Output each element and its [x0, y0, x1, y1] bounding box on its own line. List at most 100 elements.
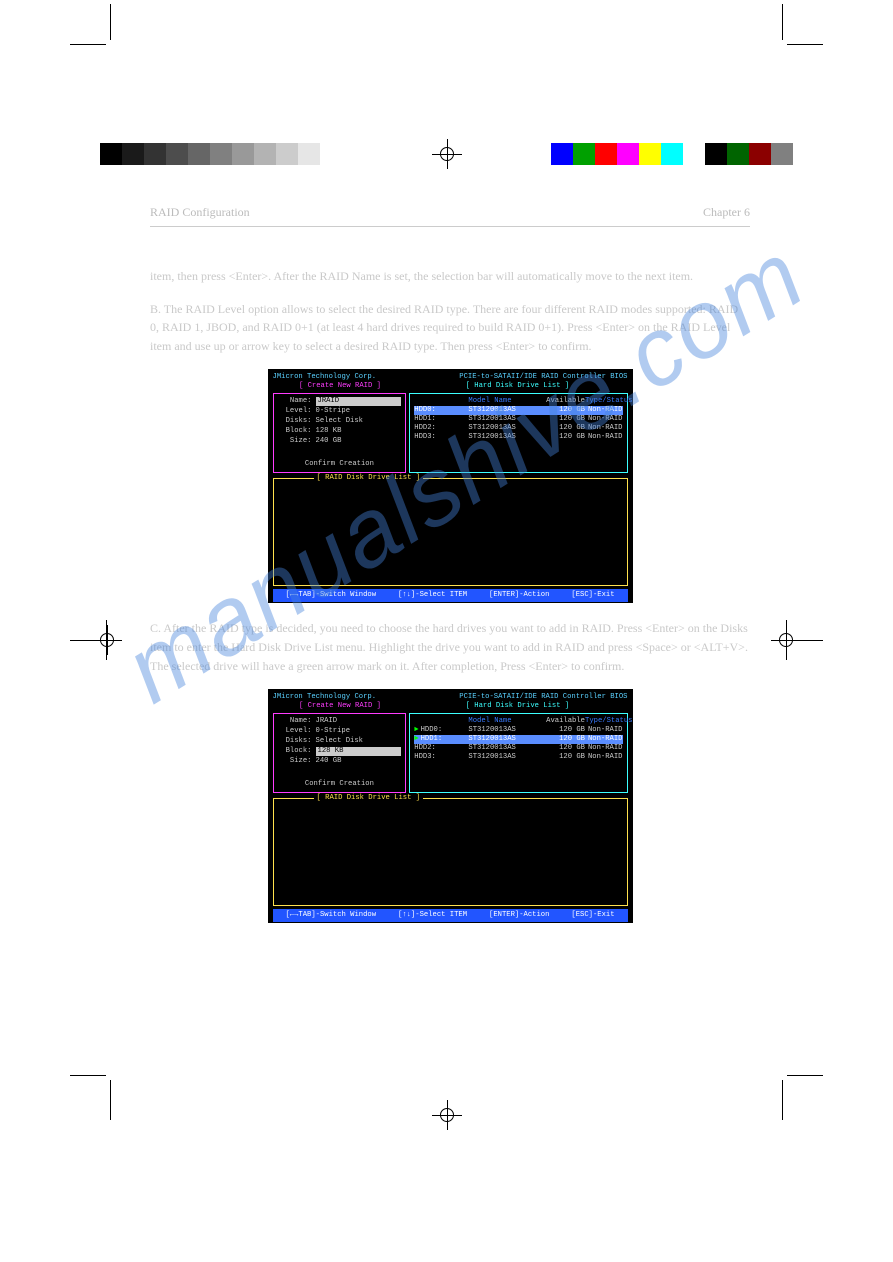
bios-screenshot-disk-step: JMicron Technology Corp. PCIE-to-SATAII/…: [268, 689, 633, 923]
drive-status: Non-RAID: [585, 424, 622, 433]
page-header: RAID Configuration Chapter 6: [150, 205, 750, 227]
paragraph-raid-level: B. The RAID Level option allows to selec…: [150, 300, 750, 356]
drive-status: Non-RAID: [585, 753, 622, 762]
help-esc: [ESC]-Exit: [571, 911, 614, 920]
drive-size: 120 GB: [543, 753, 585, 762]
field-value: JRAID: [316, 397, 402, 406]
field-value: 128 KB: [316, 427, 402, 436]
swatch: [188, 143, 210, 165]
bios-vendor: JMicron Technology Corp.: [273, 373, 377, 382]
raid-disk-list-caption: [ RAID Disk Drive List ]: [314, 474, 424, 483]
swatch: [771, 143, 793, 165]
bios-help-bar: [←→TAB]-Switch Window [↑↓]-Select ITEM […: [273, 589, 628, 602]
swatch: [100, 143, 122, 165]
color-swatch-strip: [551, 143, 793, 165]
drive-row[interactable]: HDD3:ST3120013AS120 GBNon-RAID: [414, 433, 622, 442]
drive-row[interactable]: HDD0:ST3120013AS120 GBNon-RAID: [414, 406, 622, 415]
drive-model: ST3120013AS: [468, 735, 543, 744]
raid-field-level[interactable]: Level: 0-Stripe: [278, 727, 402, 736]
field-label: Name:: [278, 397, 312, 406]
drive-status: Non-RAID: [585, 433, 622, 442]
col-type-status: Type/Status: [585, 397, 622, 406]
field-label: Disks:: [278, 417, 312, 426]
drive-row[interactable]: HDD2:ST3120013AS120 GBNon-RAID: [414, 424, 622, 433]
bios-product: PCIE-to-SATAII/IDE RAID Controller BIOS: [459, 373, 627, 382]
swatch: [749, 143, 771, 165]
drive-model: ST3120013AS: [468, 726, 543, 735]
col-model: Model Name: [468, 717, 543, 726]
help-tab: [←→TAB]-Switch Window: [285, 911, 376, 920]
drive-status: Non-RAID: [585, 726, 622, 735]
field-value: 0-Stripe: [316, 727, 402, 736]
swatch: [727, 143, 749, 165]
field-value: 128 KB: [316, 747, 402, 756]
drive-size: 120 GB: [543, 735, 585, 744]
drive-row[interactable]: ►HDD1:ST3120013AS120 GBNon-RAID: [414, 735, 622, 744]
raid-disk-list-caption: [ RAID Disk Drive List ]: [314, 794, 424, 803]
swatch: [298, 143, 320, 165]
create-raid-title: [ Create New RAID ]: [273, 702, 408, 711]
swatch: [254, 143, 276, 165]
drive-id: HDD1:: [414, 415, 468, 424]
drive-id: ►HDD0:: [414, 726, 468, 735]
col-model: Model Name: [468, 397, 543, 406]
hard-disk-list-panel[interactable]: Model NameAvailableType/StatusHDD0:ST312…: [409, 393, 627, 473]
grayscale-swatch-strip: [100, 143, 342, 165]
field-label: Level:: [278, 407, 312, 416]
drive-list-header: Model NameAvailableType/Status: [414, 717, 622, 726]
field-value: Select Disk: [316, 417, 402, 426]
swatch: [705, 143, 727, 165]
raid-field-size[interactable]: Size:240 GB: [278, 757, 402, 766]
drive-model: ST3120013AS: [468, 424, 543, 433]
drive-row[interactable]: ►HDD0:ST3120013AS120 GBNon-RAID: [414, 726, 622, 735]
raid-field-level[interactable]: Level:0-Stripe: [278, 407, 402, 416]
drive-id: HDD2:: [414, 744, 468, 753]
create-raid-panel[interactable]: Name: JRAID Level: 0-StripeDisks:Select Dis…: [273, 713, 407, 793]
section-label: Chapter 6: [703, 205, 750, 220]
drive-status: Non-RAID: [585, 406, 622, 415]
drive-model: ST3120013AS: [468, 433, 543, 442]
swatch: [661, 143, 683, 165]
drive-size: 120 GB: [543, 726, 585, 735]
swatch: [551, 143, 573, 165]
raid-field-block[interactable]: Block: 128 KB: [278, 427, 402, 436]
help-updown: [↑↓]-Select ITEM: [398, 591, 467, 600]
confirm-creation-button[interactable]: Confirm Creation: [278, 780, 402, 789]
field-value: JRAID: [316, 717, 402, 726]
confirm-creation-button[interactable]: Confirm Creation: [278, 460, 402, 469]
field-label: Block:: [278, 427, 312, 436]
drive-row[interactable]: HDD2:ST3120013AS120 GBNon-RAID: [414, 744, 622, 753]
swatch: [320, 143, 342, 165]
raid-field-disks[interactable]: Disks:Select Disk: [278, 737, 402, 746]
drive-id: ►HDD1:: [414, 735, 468, 744]
raid-field-block[interactable]: Block: 128 KB: [278, 747, 402, 756]
field-label: Disks:: [278, 737, 312, 746]
raid-field-name[interactable]: Name: JRAID: [278, 397, 402, 406]
paragraph-continuation: item, then press <Enter>. After the RAID…: [150, 267, 750, 286]
drive-row[interactable]: HDD1:ST3120013AS120 GBNon-RAID: [414, 415, 622, 424]
bios-vendor: JMicron Technology Corp.: [273, 693, 377, 702]
drive-id: HDD3:: [414, 433, 468, 442]
drive-model: ST3120013AS: [468, 744, 543, 753]
field-value: 240 GB: [316, 437, 402, 446]
raid-field-name[interactable]: Name: JRAID: [278, 717, 402, 726]
field-label: Block:: [278, 747, 312, 756]
registration-target-bottom: [432, 1100, 462, 1130]
field-label: Name:: [278, 717, 312, 726]
create-raid-panel[interactable]: Name: JRAIDLevel:0-StripeDisks: Select Dis…: [273, 393, 407, 473]
raid-field-disks[interactable]: Disks: Select Disk: [278, 417, 402, 426]
field-value: 240 GB: [316, 757, 402, 766]
raid-field-size[interactable]: Size:240 GB: [278, 437, 402, 446]
drive-size: 120 GB: [543, 433, 585, 442]
drive-list-header: Model NameAvailableType/Status: [414, 397, 622, 406]
drive-size: 120 GB: [543, 424, 585, 433]
drive-row[interactable]: HDD3:ST3120013AS120 GBNon-RAID: [414, 753, 622, 762]
raid-disk-list-panel: [ RAID Disk Drive List ]: [273, 478, 628, 586]
bios-product: PCIE-to-SATAII/IDE RAID Controller BIOS: [459, 693, 627, 702]
hard-disk-list-panel[interactable]: Model NameAvailableType/Status►HDD0:ST31…: [409, 713, 627, 793]
drive-id: HDD2:: [414, 424, 468, 433]
field-label: Level:: [278, 727, 312, 736]
col-type-status: Type/Status: [585, 717, 622, 726]
bios-help-bar: [←→TAB]-Switch Window [↑↓]-Select ITEM […: [273, 909, 628, 922]
drive-size: 120 GB: [543, 406, 585, 415]
